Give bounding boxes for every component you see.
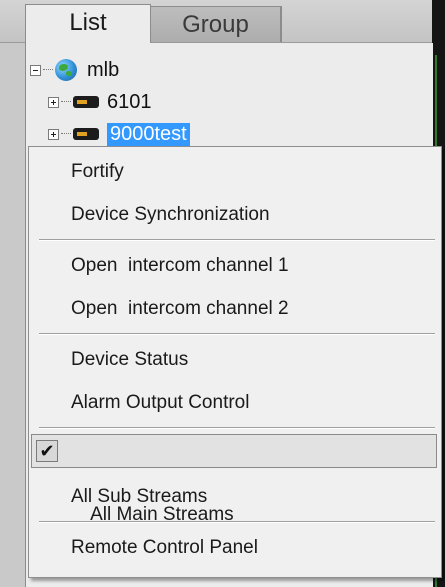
tab-divider xyxy=(281,6,282,42)
tree-device-label: 6101 xyxy=(107,90,152,113)
menu-item-device-synchronization[interactable]: Device Synchronization xyxy=(33,198,437,232)
menu-item-alarm-output-control[interactable]: Alarm Output Control xyxy=(33,386,437,420)
menu-item-open-intercom-1[interactable]: Open intercom channel 1 xyxy=(33,249,437,283)
collapse-icon[interactable] xyxy=(30,64,41,76)
tab-list[interactable]: List xyxy=(25,4,151,43)
expand-icon[interactable] xyxy=(48,128,59,140)
tree-connector xyxy=(61,133,71,135)
tree-connector xyxy=(61,101,71,103)
menu-separator xyxy=(39,427,435,429)
context-menu: Fortify Device Synchronization Open inte… xyxy=(28,146,442,578)
tree-device-label-selected: 9000test xyxy=(107,122,190,146)
menu-item-all-main-streams[interactable]: ✔ All Main Streams xyxy=(31,434,437,525)
menu-item-fortify[interactable]: Fortify xyxy=(33,155,437,189)
tree-device-row[interactable]: 9000test xyxy=(48,121,190,147)
menu-item-remote-control-panel[interactable]: Remote Control Panel xyxy=(33,531,437,565)
globe-icon xyxy=(55,59,77,81)
device-icon xyxy=(73,128,99,140)
tree-connector xyxy=(43,69,53,71)
menu-item-open-intercom-2[interactable]: Open intercom channel 2 xyxy=(33,292,437,326)
menu-item-all-sub-streams[interactable]: All Sub Streams xyxy=(33,480,437,514)
tree-root-row[interactable]: mlb xyxy=(30,57,119,83)
tab-bar: List Group xyxy=(0,0,432,43)
tree-device-row[interactable]: 6101 xyxy=(48,89,152,115)
tab-group[interactable]: Group xyxy=(151,6,281,42)
expand-icon[interactable] xyxy=(48,96,59,108)
menu-item-device-status[interactable]: Device Status xyxy=(33,343,437,377)
menu-separator xyxy=(39,333,435,335)
menu-separator xyxy=(39,521,435,523)
device-icon xyxy=(73,96,99,108)
tree-root-label: mlb xyxy=(87,58,120,81)
checkmark-icon: ✔ xyxy=(36,440,58,462)
menu-separator xyxy=(39,239,435,241)
